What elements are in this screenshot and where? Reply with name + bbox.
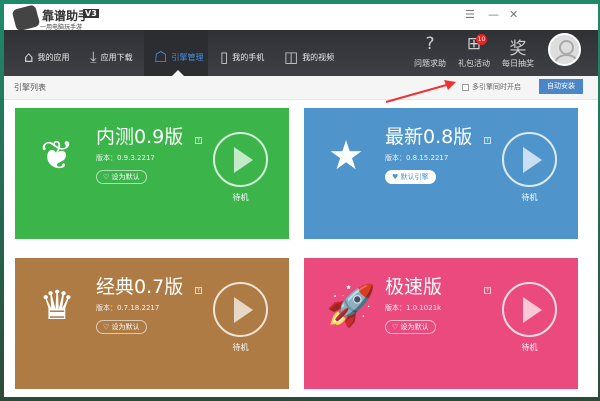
version-badge: V3 bbox=[83, 9, 99, 18]
play-button[interactable] bbox=[502, 132, 557, 187]
nav-label: 我的应用 bbox=[37, 52, 70, 62]
engine-title: 内测0.9版 bbox=[96, 126, 184, 148]
engine-status: 待机 bbox=[232, 193, 249, 202]
engine-card: ❦ 内测0.9版 ? 版本：0.9.3.2217 ♡ 设为默认 待机 bbox=[15, 108, 289, 239]
engine-status: 待机 bbox=[521, 193, 538, 202]
tool-lottery[interactable]: 奖每日抽奖 bbox=[500, 34, 536, 69]
tool-label: 礼包活动 bbox=[458, 59, 490, 68]
home-icon: ⌂ bbox=[24, 48, 34, 66]
avatar[interactable] bbox=[548, 33, 581, 66]
set-default-button[interactable]: ♡ 设为默认 bbox=[385, 320, 436, 334]
minimize-button[interactable]: — bbox=[488, 8, 499, 21]
engine-title: 经典0.7版 bbox=[96, 276, 184, 298]
engine-version: 版本：1.0.1021k bbox=[385, 304, 442, 312]
engine-version: 版本：0.8.15.2217 bbox=[385, 154, 449, 162]
red-arrow-annotation bbox=[385, 80, 456, 103]
set-default-button[interactable]: ♡ 设为默认 bbox=[96, 320, 147, 334]
title-bar: 靠谱助手 V3 一用电脑玩手游 ☰ — ✕ bbox=[4, 4, 598, 32]
main-nav: ⌂ 我的应用 ⤓ 应用下载 ☖ 引擎管理 ▯ 我的手机 ◫ 我的视频 ? 问题求助 ⊞ 10 礼… bbox=[4, 30, 598, 76]
help-icon[interactable]: ? bbox=[484, 287, 491, 294]
app-window: 靠谱助手 V3 一用电脑玩手游 ☰ — ✕ ⌂ 我的应用 ⤓ 应用下载 ☖ 引擎管理 … bbox=[4, 4, 598, 397]
nav-app-download[interactable]: ⤓ 应用下载 bbox=[90, 44, 133, 70]
auto-install-button[interactable]: 自动安装 bbox=[539, 79, 583, 94]
lottery-icon: 奖 bbox=[509, 39, 527, 59]
help-icon[interactable]: ? bbox=[195, 287, 202, 294]
leaf-icon: ❦ bbox=[40, 133, 74, 179]
help-icon: ? bbox=[425, 34, 435, 54]
rocket-icon: 🚀 bbox=[326, 283, 376, 329]
checkbox-label: 多引擎同时开启 bbox=[472, 83, 521, 91]
nav-label: 应用下载 bbox=[100, 52, 133, 62]
engine-list-label: 引擎列表 bbox=[14, 83, 46, 92]
multi-engine-checkbox[interactable]: 多引擎同时开启 bbox=[462, 82, 521, 92]
toolbar: 引擎列表 多引擎同时开启 自动安装 bbox=[4, 76, 598, 100]
engine-title: 极速版 bbox=[385, 276, 443, 298]
menu-icon[interactable]: ☰ bbox=[465, 8, 475, 21]
engine-version: 版本：0.7.18.2217 bbox=[96, 304, 160, 312]
star-icon: ★ bbox=[328, 133, 364, 179]
close-button[interactable]: ✕ bbox=[509, 8, 518, 21]
nav-my-apps[interactable]: ⌂ 我的应用 bbox=[24, 44, 70, 70]
engine-card: 🚀 极速版 ? 版本：1.0.1021k ♡ 设为默认 待机 bbox=[304, 258, 578, 389]
tool-label: 每日抽奖 bbox=[502, 59, 534, 68]
play-button[interactable] bbox=[213, 282, 268, 337]
engine-title: 最新0.8版 bbox=[385, 126, 473, 148]
engine-status: 待机 bbox=[232, 343, 249, 352]
download-icon: ⤓ bbox=[90, 48, 97, 66]
nav-engine-manage[interactable]: ☖ 引擎管理 bbox=[154, 44, 203, 70]
play-button[interactable] bbox=[213, 132, 268, 187]
set-default-button[interactable]: ♡ 设为默认 bbox=[96, 170, 147, 184]
tool-help[interactable]: ? 问题求助 bbox=[412, 34, 448, 69]
nav-label: 引擎管理 bbox=[171, 52, 204, 62]
engine-card: ★ 最新0.8版 ? 版本：0.8.15.2217 ♥ 默认引擎 待机 bbox=[304, 108, 578, 239]
android-icon: ☖ bbox=[154, 48, 168, 66]
crown-icon: ♛ bbox=[39, 283, 75, 329]
phone-icon: ▯ bbox=[220, 48, 229, 66]
default-engine-badge[interactable]: ♥ 默认引擎 bbox=[385, 170, 436, 184]
nav-my-phone[interactable]: ▯ 我的手机 bbox=[220, 44, 264, 70]
play-button[interactable] bbox=[502, 282, 557, 337]
app-logo bbox=[11, 4, 41, 32]
tool-gift[interactable]: ⊞ 10 礼包活动 bbox=[456, 34, 492, 69]
help-icon[interactable]: ? bbox=[195, 137, 202, 144]
video-camera-icon: ◫ bbox=[284, 48, 299, 66]
notification-badge: 10 bbox=[476, 34, 487, 45]
help-icon[interactable]: ? bbox=[484, 137, 491, 144]
engine-card: ♛ 经典0.7版 ? 版本：0.7.18.2217 ♡ 设为默认 待机 bbox=[15, 258, 289, 389]
tool-label: 问题求助 bbox=[414, 59, 446, 68]
nav-label: 我的视频 bbox=[302, 52, 335, 62]
nav-my-video[interactable]: ◫ 我的视频 bbox=[284, 44, 334, 70]
engine-version: 版本：0.9.3.2217 bbox=[96, 154, 155, 162]
nav-label: 我的手机 bbox=[232, 52, 265, 62]
engine-status: 待机 bbox=[521, 343, 538, 352]
